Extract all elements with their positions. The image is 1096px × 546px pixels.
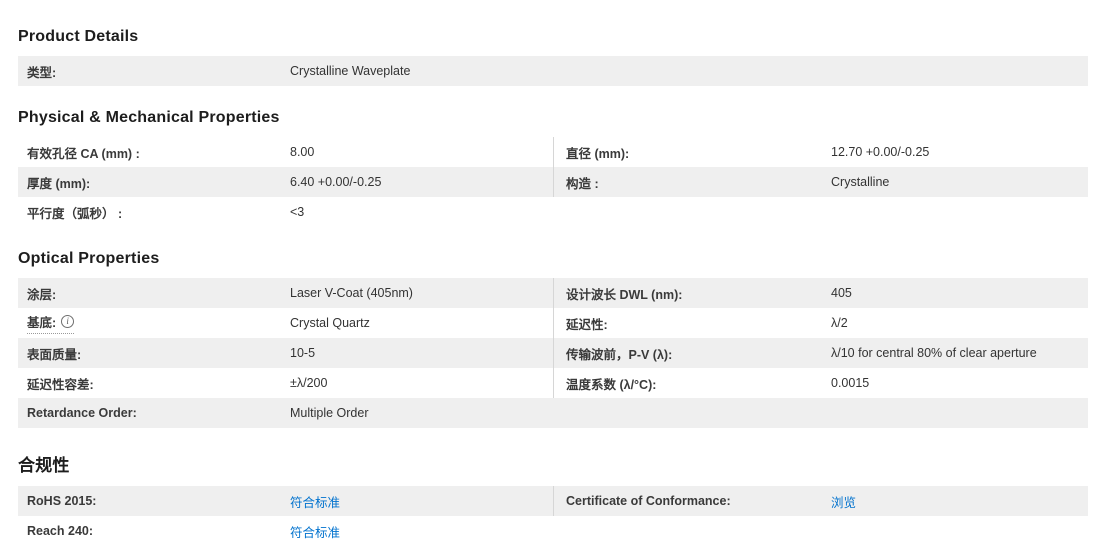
spec-label-retardance-tolerance: 延迟性容差:: [27, 377, 94, 392]
spec-value-type: Crystalline Waveplate: [290, 64, 411, 78]
spec-pair-empty: [553, 56, 1088, 86]
table-row: 有效孔径 CA (mm) : 8.00 直径 (mm): 12.70 +0.00…: [18, 137, 1088, 167]
table-row: 平行度（弧秒） : <3: [18, 197, 1088, 227]
spec-value-temperature-coefficient: 0.0015: [831, 376, 870, 390]
spec-label-surface-quality: 表面质量:: [27, 347, 82, 362]
spec-label-coating: 涂层:: [27, 287, 57, 302]
reach-compliant-link[interactable]: 符合标准: [290, 526, 340, 540]
product-spec-page: Product Details 类型: Crystalline Waveplat…: [0, 0, 1096, 546]
spec-label-reach: Reach 240:: [27, 524, 94, 538]
spec-pair: Certificate of Conformance: 浏览: [553, 486, 1088, 516]
physical-mechanical-table: 有效孔径 CA (mm) : 8.00 直径 (mm): 12.70 +0.00…: [18, 137, 1088, 227]
spec-pair-empty: [553, 516, 1088, 546]
table-row: 涂层: Laser V-Coat (405nm) 设计波长 DWL (nm): …: [18, 278, 1088, 308]
substrate-tooltip-trigger[interactable]: 基底: i: [27, 312, 75, 334]
section-optical: Optical Properties 涂层: Laser V-Coat (405…: [18, 250, 1088, 428]
spec-label-design-wavelength: 设计波长 DWL (nm):: [566, 287, 683, 302]
spec-pair-empty: [553, 398, 1088, 428]
spec-label-parallelism: 平行度（弧秒） :: [27, 206, 123, 221]
spec-value-retardance-order: Multiple Order: [290, 406, 369, 420]
spec-value-design-wavelength: 405: [831, 286, 852, 300]
spec-value-parallelism: <3: [290, 205, 305, 219]
compliance-table: RoHS 2015: 符合标准 Certificate of Conforman…: [18, 486, 1088, 546]
spec-pair: RoHS 2015: 符合标准: [18, 486, 553, 516]
spec-pair: 厚度 (mm): 6.40 +0.00/-0.25: [18, 167, 553, 197]
spec-pair: 传输波前，P-V (λ): λ/10 for central 80% of cl…: [553, 338, 1088, 368]
spec-pair: 延迟性容差: ±λ/200: [18, 368, 553, 398]
spec-label-retardance-order: Retardance Order:: [27, 406, 137, 420]
section-physical-mechanical: Physical & Mechanical Properties 有效孔径 CA…: [18, 109, 1088, 227]
spec-pair: 直径 (mm): 12.70 +0.00/-0.25: [553, 137, 1088, 167]
spec-label-retardance: 延迟性:: [566, 317, 608, 332]
product-details-table: 类型: Crystalline Waveplate: [18, 56, 1088, 86]
table-row: 厚度 (mm): 6.40 +0.00/-0.25 构造 : Crystalli…: [18, 167, 1088, 197]
spec-label-certificate-of-conformance: Certificate of Conformance:: [566, 494, 731, 508]
spec-value-construction: Crystalline: [831, 175, 890, 189]
spec-label-thickness: 厚度 (mm):: [27, 176, 91, 191]
table-row: 类型: Crystalline Waveplate: [18, 56, 1088, 86]
spec-value-clear-aperture: 8.00: [290, 145, 315, 159]
spec-label-clear-aperture: 有效孔径 CA (mm) :: [27, 146, 140, 161]
section-compliance: 合规性 RoHS 2015: 符合标准 Certificate of Confo…: [18, 451, 1088, 546]
spec-label-substrate-text: 基底:: [27, 316, 57, 330]
optical-table: 涂层: Laser V-Coat (405nm) 设计波长 DWL (nm): …: [18, 278, 1088, 428]
spec-pair: 设计波长 DWL (nm): 405: [553, 278, 1088, 308]
table-row: Reach 240: 符合标准: [18, 516, 1088, 546]
table-row: 基底: i Crystal Quartz 延迟性: λ/2: [18, 308, 1088, 338]
spec-pair: 表面质量: 10-5: [18, 338, 553, 368]
spec-value-thickness: 6.40 +0.00/-0.25: [290, 175, 382, 189]
spec-label-temperature-coefficient: 温度系数 (λ/°C):: [566, 377, 657, 392]
spec-pair: Reach 240: 符合标准: [18, 516, 553, 546]
spec-pair-empty: [553, 197, 1088, 227]
certificate-view-link[interactable]: 浏览: [831, 496, 856, 510]
section-title-product-details: Product Details: [18, 28, 139, 45]
spec-pair: 类型: Crystalline Waveplate: [18, 56, 553, 86]
spec-value-substrate: Crystal Quartz: [290, 316, 370, 330]
spec-pair: 构造 : Crystalline: [553, 167, 1088, 197]
info-icon[interactable]: i: [61, 315, 75, 328]
spec-value-coating: Laser V-Coat (405nm): [290, 286, 413, 300]
rohs-compliant-link[interactable]: 符合标准: [290, 496, 340, 510]
section-title-optical: Optical Properties: [18, 250, 160, 267]
spec-pair: 平行度（弧秒） : <3: [18, 197, 553, 227]
section-title-physical-mechanical: Physical & Mechanical Properties: [18, 109, 280, 126]
spec-label-transmitted-wavefront: 传输波前，P-V (λ):: [566, 347, 673, 362]
table-row: 表面质量: 10-5 传输波前，P-V (λ): λ/10 for centra…: [18, 338, 1088, 368]
section-product-details: Product Details 类型: Crystalline Waveplat…: [18, 28, 1088, 86]
spec-pair: Retardance Order: Multiple Order: [18, 398, 553, 428]
spec-pair: 涂层: Laser V-Coat (405nm): [18, 278, 553, 308]
table-row: Retardance Order: Multiple Order: [18, 398, 1088, 428]
spec-value-retardance-tolerance: ±λ/200: [290, 376, 328, 390]
spec-value-diameter: 12.70 +0.00/-0.25: [831, 145, 930, 159]
spec-pair: 基底: i Crystal Quartz: [18, 308, 553, 338]
spec-value-surface-quality: 10-5: [290, 346, 316, 360]
spec-label-type: 类型:: [27, 65, 57, 80]
table-row: 延迟性容差: ±λ/200 温度系数 (λ/°C): 0.0015: [18, 368, 1088, 398]
spec-label-rohs: RoHS 2015:: [27, 494, 97, 508]
spec-label-substrate: 基底: i: [18, 312, 290, 334]
spec-pair: 温度系数 (λ/°C): 0.0015: [553, 368, 1088, 398]
spec-label-construction: 构造 :: [566, 176, 599, 191]
table-row: RoHS 2015: 符合标准 Certificate of Conforman…: [18, 486, 1088, 516]
spec-value-transmitted-wavefront: λ/10 for central 80% of clear aperture: [831, 346, 1037, 360]
spec-pair: 有效孔径 CA (mm) : 8.00: [18, 137, 553, 167]
spec-label-diameter: 直径 (mm):: [566, 146, 630, 161]
spec-value-retardance: λ/2: [831, 316, 848, 330]
spec-pair: 延迟性: λ/2: [553, 308, 1088, 338]
section-title-compliance: 合规性: [18, 456, 70, 475]
